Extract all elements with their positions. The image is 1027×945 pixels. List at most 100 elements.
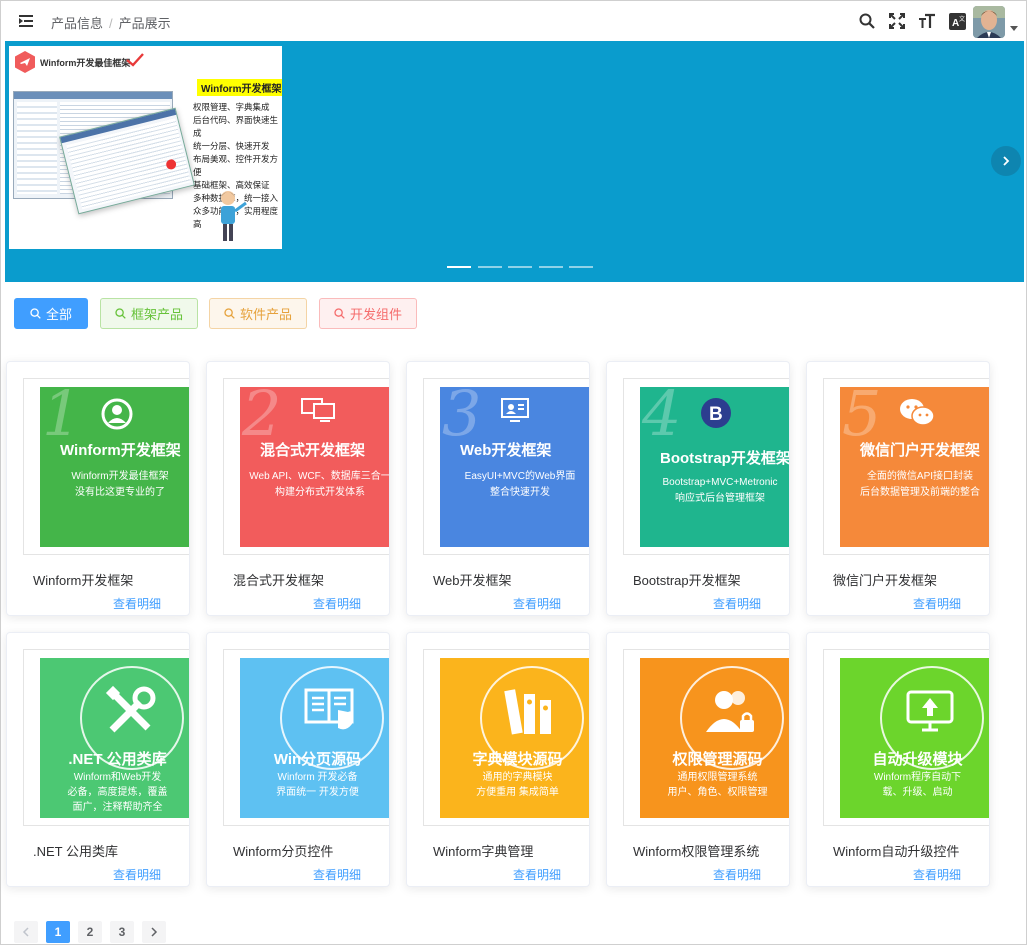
avatar[interactable] (973, 6, 1005, 38)
presenter-figure-icon (221, 191, 247, 241)
filter-button[interactable]: 框架产品 (100, 298, 198, 329)
fullscreen-icon[interactable] (888, 12, 906, 30)
search-icon (334, 308, 345, 319)
banner-subtitle: EasyUI+MVC的Web界面 (464, 471, 576, 482)
menu-toggle-icon[interactable] (19, 15, 33, 27)
product-banner: 3 Web开发框架 EasyUI+MVC的Web界面 整合快速开发 (440, 387, 589, 547)
product-card[interactable]: 5 微信门户开发框架 全面的微信API接口封装 后台数据管理及前端的整合微信门户开发框… (806, 361, 990, 616)
product-thumbnail[interactable]: 3 Web开发框架 EasyUI+MVC的Web界面 整合快速开发 (423, 378, 589, 555)
view-details-link[interactable]: 查看明细 (513, 866, 561, 883)
filter-label: 软件产品 (239, 307, 292, 322)
product-thumbnail[interactable]: 1 Winform开发框架 Winform开发最佳框架 没有比这更专业的了 (23, 378, 189, 555)
carousel-indicator[interactable] (538, 266, 563, 268)
banner-subtitle: Winform程序自动下 (873, 772, 962, 783)
banner-subtitle: Bootstrap+MVC+Metronic (662, 477, 778, 488)
carousel-indicator[interactable] (569, 266, 593, 268)
product-card[interactable]: Win分页源码 Winform 开发必备 界面统一 开发方便 Winform分页控件查… (206, 632, 390, 887)
view-details-link[interactable]: 查看明细 (313, 595, 361, 612)
search-icon (115, 308, 126, 319)
product-thumbnail[interactable]: Win分页源码 Winform 开发必备 界面统一 开发方便 (223, 649, 389, 826)
carousel-indicator[interactable] (508, 266, 532, 268)
chevron-left-icon (22, 927, 29, 937)
svg-text:B: B (709, 404, 723, 425)
banner-subtitle: 通用权限管理系统 (677, 772, 758, 783)
translate-icon[interactable]: A文 (948, 12, 966, 30)
filter-button[interactable]: 软件产品 (209, 298, 307, 329)
filter-button[interactable]: 开发组件 (319, 298, 417, 329)
slide-feature-line: 统一分层、快速开发 (193, 141, 270, 151)
product-card[interactable]: 4 B Bootstrap开发框架 Bootstrap+MVC+Metronic 响应式… (606, 361, 790, 616)
chevron-down-icon[interactable] (1010, 26, 1018, 31)
product-thumbnail[interactable]: 自动升级模块 Winform程序自动下 载、升级、启动 (823, 649, 989, 826)
banner-subtitle: 全面的微信API接口封装 (866, 471, 974, 482)
font-size-icon[interactable] (918, 12, 936, 30)
pagination-next-button[interactable] (142, 921, 166, 943)
view-details-link[interactable]: 查看明细 (713, 866, 761, 883)
view-details-link[interactable]: 查看明细 (313, 866, 361, 883)
pagination-prev-button[interactable] (14, 921, 38, 943)
product-title: Winform权限管理系统 (633, 844, 760, 859)
airplane-logo-icon (15, 51, 35, 73)
product-title: Web开发框架 (433, 573, 512, 588)
product-title: .NET 公用类库 (33, 844, 118, 859)
chevron-right-icon (151, 927, 158, 937)
banner-subtitle: 用户、角色、权限管理 (667, 787, 768, 798)
banner-subtitle: 面广，注释帮助齐全 (72, 802, 163, 813)
breadcrumb-item-current: 产品展示 (118, 16, 171, 31)
banner-subtitle: 界面统一 开发方便 (276, 787, 359, 798)
product-card[interactable]: 1 Winform开发框架 Winform开发最佳框架 没有比这更专业的了 Winfor… (6, 361, 190, 616)
product-card[interactable]: 权限管理源码通用权限管理系统 用户、角色、权限管理 Winform权限管理系统查看明… (606, 632, 790, 887)
product-card[interactable]: 字典模块源码 通用的字典模块 方便重用 集成简单 Winform字典管理 查看明细 (406, 632, 590, 887)
product-thumbnail[interactable]: 权限管理源码通用权限管理系统 用户、角色、权限管理 (623, 649, 789, 826)
view-details-link[interactable]: 查看明细 (713, 595, 761, 612)
product-card[interactable]: 3 Web开发框架 EasyUI+MVC的Web界面 整合快速开发 Web开发框架 查看明… (406, 361, 590, 616)
banner-subtitle: 载、升级、启动 (882, 787, 953, 798)
product-thumbnail[interactable]: .NET 公用类库 Winform和Web开发 必备，高度提炼，覆盖 面广，注释帮助齐… (23, 649, 189, 826)
carousel-slide[interactable]: Winform开发最佳框架 Winform开发框架 权限管理、字典集成 后台代码、… (9, 46, 282, 249)
pagination-page-2[interactable]: 2 (78, 921, 102, 943)
banner-subtitle: 通用的字典模块 (482, 772, 553, 783)
carousel-next-button[interactable] (991, 146, 1021, 176)
tools-icon (102, 684, 158, 745)
check-icon (126, 53, 144, 67)
product-banner: 2 混合式开发框架 Web API、WCF、数据库三合一 构建分布式开发体系 (240, 387, 389, 547)
product-thumbnail[interactable]: 4 B Bootstrap开发框架 Bootstrap+MVC+Metronic 响应式… (623, 378, 789, 555)
product-title: Winform开发框架 (33, 573, 134, 588)
breadcrumb-item[interactable]: 产品信息 (51, 16, 103, 31)
banner-heading: Win分页源码 (273, 751, 362, 768)
product-thumbnail[interactable]: 2 混合式开发框架 Web API、WCF、数据库三合一 构建分布式开发体系 (223, 378, 389, 555)
product-card[interactable]: 2 混合式开发框架 Web API、WCF、数据库三合一 构建分布式开发体系混合式开发… (206, 361, 390, 616)
carousel-indicator[interactable] (447, 266, 471, 268)
users-lock-icon (702, 684, 758, 745)
banner-heading: Winform开发框架 (60, 442, 181, 459)
slide-heading: Winform开发框架 (197, 79, 282, 96)
filter-button[interactable]: 全部 (14, 298, 88, 329)
product-title: 微信门户开发框架 (833, 573, 938, 588)
svg-text:文: 文 (959, 15, 965, 23)
view-details-link[interactable]: 查看明细 (913, 595, 961, 612)
view-details-link[interactable]: 查看明细 (113, 866, 161, 883)
banner-heading: 字典模块源码 (472, 751, 563, 768)
banner-subtitle: Winform开发最佳框架 (71, 471, 169, 482)
product-title: 混合式开发框架 (233, 573, 325, 588)
view-details-link[interactable]: 查看明细 (113, 595, 161, 612)
slide-logo-text: Winform开发最佳框架 (40, 58, 131, 68)
view-details-link[interactable]: 查看明细 (513, 595, 561, 612)
banner-number: 4 (642, 387, 682, 450)
product-banner: .NET 公用类库 Winform和Web开发 必备，高度提炼，覆盖 面广，注释帮助齐… (40, 658, 189, 818)
product-thumbnail[interactable]: 字典模块源码 通用的字典模块 方便重用 集成简单 (423, 649, 589, 826)
search-icon[interactable] (858, 12, 876, 30)
search-icon (30, 308, 41, 319)
pagination-page-1[interactable]: 1 (46, 921, 70, 943)
pagination-page-3[interactable]: 3 (110, 921, 134, 943)
view-details-link[interactable]: 查看明细 (913, 866, 961, 883)
banner-subtitle: 后台数据管理及前端的整合 (860, 487, 980, 498)
banner-heading: 权限管理源码 (672, 751, 763, 768)
product-card[interactable]: .NET 公用类库 Winform和Web开发 必备，高度提炼，覆盖 面广，注释帮助齐… (6, 632, 190, 887)
slide-feature-line: 权限管理、字典集成 (193, 102, 270, 112)
product-thumbnail[interactable]: 5 微信门户开发框架 全面的微信API接口封装 后台数据管理及前端的整合 (823, 378, 989, 555)
carousel-indicator[interactable] (477, 266, 502, 268)
product-banner: 1 Winform开发框架 Winform开发最佳框架 没有比这更专业的了 (40, 387, 189, 547)
product-card[interactable]: 自动升级模块 Winform程序自动下 载、升级、启动 Winform自动升级控件 查看… (806, 632, 990, 887)
binders-icon (502, 684, 558, 745)
